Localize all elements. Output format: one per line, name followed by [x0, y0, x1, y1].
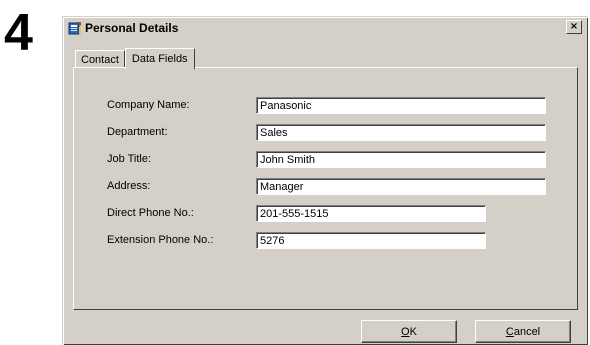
tab-data-fields[interactable]: Data Fields	[124, 48, 195, 69]
company-name-label: Company Name:	[107, 99, 190, 111]
ok-button[interactable]: OK	[361, 320, 457, 343]
extension-phone-field[interactable]	[256, 232, 486, 249]
tab-strip: Contact Data Fields	[75, 47, 195, 69]
ok-label: K	[409, 325, 417, 338]
department-field[interactable]	[256, 124, 546, 141]
personal-details-dialog: Personal Details × Contact Data Fields C…	[62, 16, 588, 345]
tab-contact[interactable]: Contact	[75, 50, 125, 68]
job-title-field[interactable]	[256, 151, 546, 168]
phonebook-icon	[68, 21, 82, 35]
address-label: Address:	[107, 180, 151, 192]
cancel-button[interactable]: Cancel	[475, 320, 571, 343]
job-title-label: Job Title:	[107, 153, 152, 165]
window-title: Personal Details	[85, 21, 179, 35]
address-field[interactable]	[256, 178, 546, 195]
step-number: 4	[4, 4, 33, 62]
close-button[interactable]: ×	[566, 20, 582, 34]
data-fields-panel: Company Name: Department: Job Title: Add…	[73, 67, 578, 310]
direct-phone-label: Direct Phone No.:	[107, 207, 194, 219]
title-bar: Personal Details ×	[65, 19, 586, 37]
ok-mnemonic: O	[401, 325, 410, 338]
page: 4 Personal Details × Contact Data Fields	[0, 0, 590, 345]
company-name-field[interactable]	[256, 97, 546, 114]
department-label: Department:	[107, 126, 168, 138]
cancel-mnemonic: C	[505, 325, 514, 338]
direct-phone-field[interactable]	[256, 205, 486, 222]
extension-phone-label: Extension Phone No.:	[107, 234, 214, 246]
cancel-label: ancel	[513, 325, 541, 338]
close-icon: ×	[569, 21, 579, 32]
